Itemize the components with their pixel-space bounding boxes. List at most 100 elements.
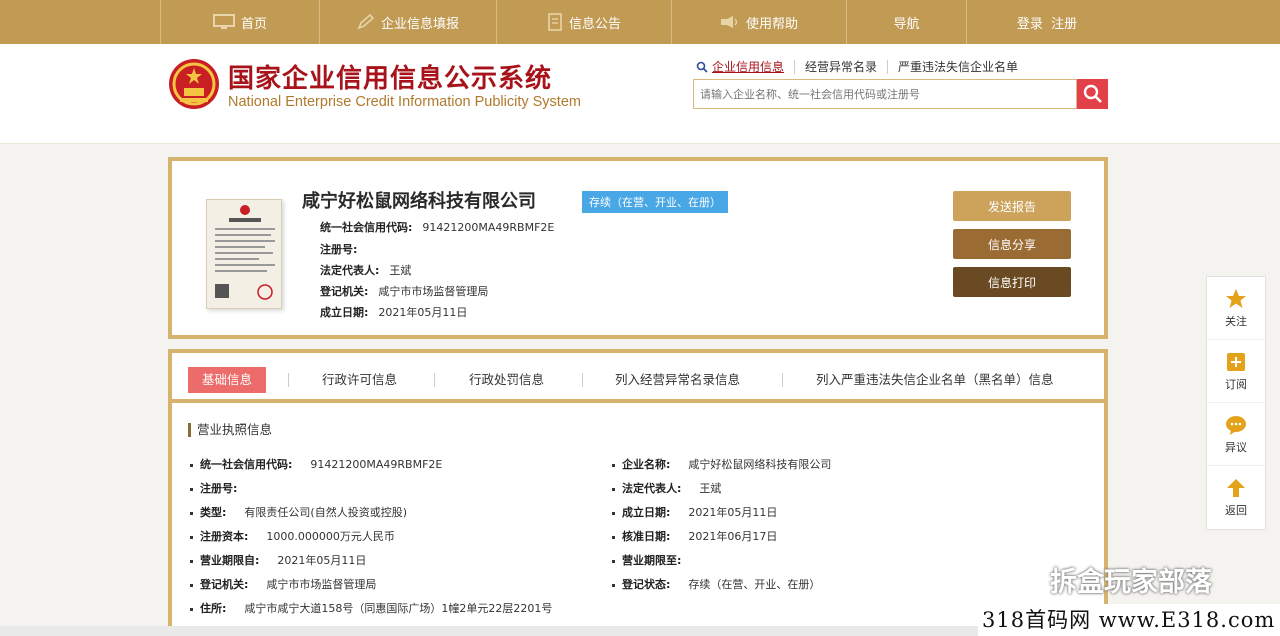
subscribe-button[interactable]: 订阅 [1207, 340, 1265, 403]
info-label: 成立日期: [320, 306, 369, 319]
detail-row: 登记机关: 咸宁市市场监督管理局 [190, 576, 376, 592]
info-reg-no: 注册号: [320, 241, 367, 257]
tab-admin-penalty[interactable]: 行政处罚信息 [457, 367, 556, 393]
tab-blacklist[interactable]: 列入严重违法失信企业名单（黑名单）信息 [804, 367, 1066, 393]
bullet [612, 463, 615, 467]
detail-row: 住所: 咸宁市咸宁大道158号（同惠国际广场）1幢2单元22层2201号 [190, 600, 552, 616]
license-thumbnail-icon [215, 205, 275, 300]
monitor-icon [212, 14, 235, 29]
company-card: 咸宁好松鼠网络科技有限公司 存续（在营、开业、在册） 统一社会信用代码: 9142… [168, 157, 1108, 339]
section-title: 营业执照信息 [188, 423, 272, 437]
detail-value: 咸宁好松鼠网络科技有限公司 [688, 458, 832, 471]
detail-label: 登记机关: [200, 578, 249, 591]
business-license-image[interactable] [206, 199, 282, 309]
follow-label: 关注 [1225, 314, 1247, 328]
objection-button[interactable]: 异议 [1207, 403, 1265, 466]
search-input[interactable] [693, 79, 1077, 109]
nav-guide-label: 导航 [893, 16, 920, 32]
tab-divider [434, 373, 435, 387]
bullet [190, 487, 193, 491]
info-label: 统一社会信用代码: [320, 221, 413, 234]
info-legal-rep: 法定代表人: 王斌 [320, 262, 411, 278]
bullet [190, 511, 193, 515]
bullet [190, 535, 193, 539]
search-tab-abnormal[interactable]: 经营异常名录 [795, 60, 889, 74]
nav-report-label: 企业信息填报 [380, 16, 459, 32]
detail-label: 企业名称: [622, 458, 671, 471]
detail-label: 营业期限自: [200, 554, 260, 567]
bullet [612, 487, 615, 491]
nav-home[interactable]: 首页 [160, 0, 320, 44]
bullet [612, 511, 615, 515]
objection-label: 异议 [1225, 440, 1247, 454]
detail-value: 1000.000000万元人民币 [266, 530, 395, 543]
info-value: 91421200MA49RBMF2E [422, 221, 555, 234]
search-tab-credit[interactable]: 企业信用信息 [708, 60, 796, 74]
print-info-button[interactable]: 信息打印 [953, 267, 1071, 297]
detail-value: 2021年06月17日 [688, 530, 778, 543]
detail-value: 2021年05月11日 [688, 506, 778, 519]
nav-login[interactable]: 登录 注册 [967, 0, 1127, 44]
detail-label: 营业期限至: [622, 554, 682, 567]
send-report-button[interactable]: 发送报告 [953, 191, 1071, 221]
tab-abnormal-list[interactable]: 列入经营异常名录信息 [603, 367, 752, 393]
search-icon [1083, 84, 1102, 103]
detail-row: 统一社会信用代码: 91421200MA49RBMF2E [190, 456, 442, 472]
detail-label: 登记状态: [622, 578, 671, 591]
bullet [612, 559, 615, 563]
info-authority: 登记机关: 咸宁市市场监督管理局 [320, 283, 488, 299]
search-tab-blacklist[interactable]: 严重违法失信企业名单 [888, 60, 1028, 74]
bullet [190, 583, 193, 587]
nav-report[interactable]: 企业信息填报 [320, 0, 497, 44]
bullet [190, 607, 193, 611]
info-value: 王斌 [389, 264, 412, 277]
nav-home-label: 首页 [240, 16, 267, 32]
search-small-icon [696, 61, 708, 73]
detail-value: 王斌 [699, 482, 722, 495]
nav-notice[interactable]: 信息公告 [497, 0, 672, 44]
search-tabs: 企业信用信息 经营异常名录 严重违法失信企业名单 [696, 60, 1028, 74]
company-name: 咸宁好松鼠网络科技有限公司 [302, 191, 536, 212]
detail-value: 2021年05月11日 [277, 554, 367, 567]
watermark-text: 拆盒玩家部落 [1050, 567, 1212, 598]
tab-divider [782, 373, 783, 387]
subscribe-label: 订阅 [1225, 377, 1247, 391]
detail-value: 91421200MA49RBMF2E [310, 458, 443, 471]
star-icon [1226, 288, 1246, 308]
detail-row: 成立日期: 2021年05月11日 [612, 504, 777, 520]
detail-row: 登记状态: 存续（在营、开业、在册） [612, 576, 820, 592]
nav-help[interactable]: 使用帮助 [672, 0, 847, 44]
nav-notice-label: 信息公告 [568, 16, 621, 32]
nav-guide[interactable]: 导航 [847, 0, 967, 44]
bullet [612, 583, 615, 587]
info-label: 注册号: [320, 243, 358, 256]
site-title: 国家企业信用信息公示系统 [228, 64, 553, 94]
detail-label: 核准日期: [622, 530, 671, 543]
share-info-button[interactable]: 信息分享 [953, 229, 1071, 259]
detail-label: 类型: [200, 506, 227, 519]
detail-label: 住所: [200, 602, 227, 615]
help-icon [720, 16, 738, 28]
comment-icon [1226, 415, 1246, 435]
arrow-up-icon [1227, 479, 1245, 497]
back-to-top-button[interactable]: 返回 [1207, 466, 1265, 529]
detail-row: 企业名称: 咸宁好松鼠网络科技有限公司 [612, 456, 831, 472]
detail-label: 统一社会信用代码: [200, 458, 293, 471]
tab-basic-info[interactable]: 基础信息 [188, 367, 267, 393]
edit-icon [357, 14, 375, 30]
tab-admin-license[interactable]: 行政许可信息 [310, 367, 409, 393]
document-icon [548, 13, 562, 31]
follow-button[interactable]: 关注 [1207, 277, 1265, 340]
detail-row: 法定代表人: 王斌 [612, 480, 721, 496]
nav-help-label: 使用帮助 [745, 16, 798, 32]
info-label: 登记机关: [320, 285, 369, 298]
detail-panel: 基础信息 行政许可信息 行政处罚信息 列入经营异常名录信息 列入严重违法失信企业… [168, 349, 1108, 636]
taskbar [0, 626, 978, 636]
info-label: 法定代表人: [320, 264, 380, 277]
detail-row: 注册资本: 1000.000000万元人民币 [190, 528, 395, 544]
detail-row: 注册号: [190, 480, 255, 496]
floating-sidebar: 关注 订阅 异议 返回 [1206, 276, 1266, 530]
search-button[interactable] [1077, 79, 1108, 109]
tab-divider [288, 373, 289, 387]
detail-value: 咸宁市市场监督管理局 [266, 578, 377, 591]
